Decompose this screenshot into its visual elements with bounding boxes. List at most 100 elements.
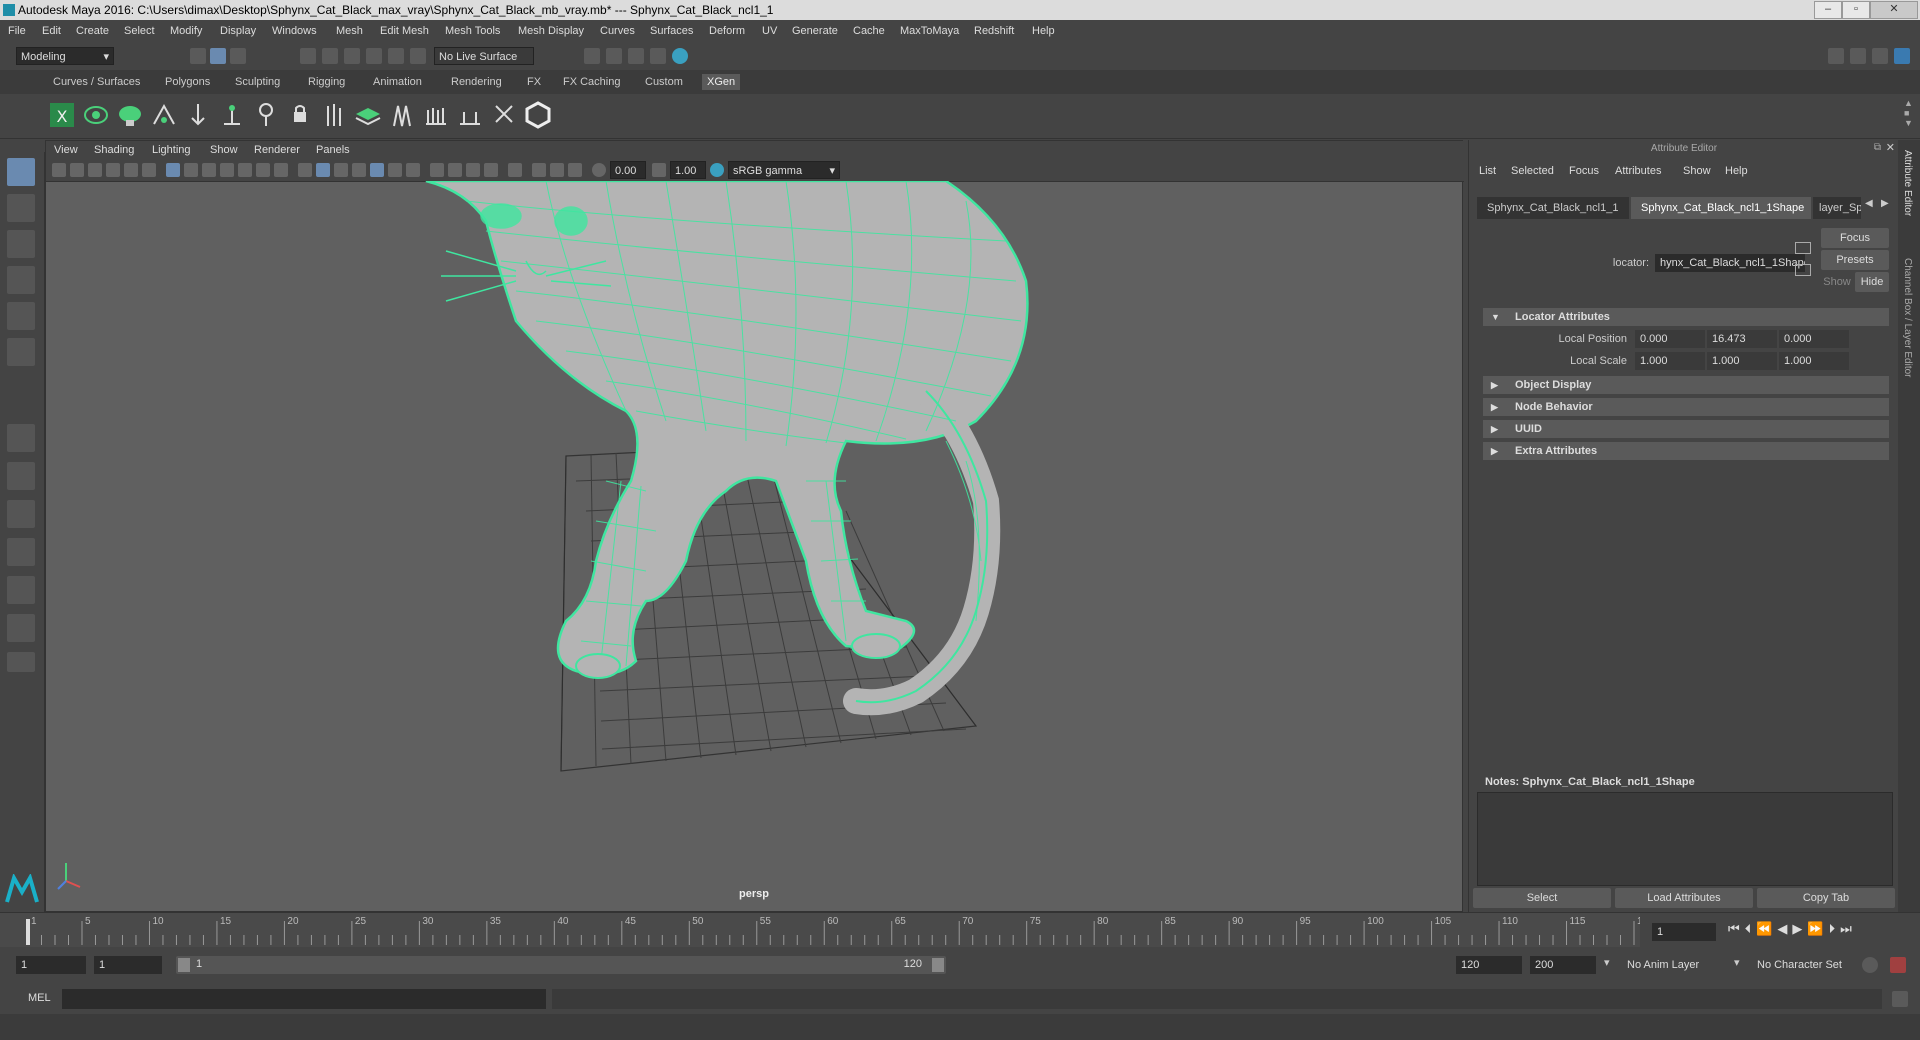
step-back-key-icon[interactable]: ⏪ <box>1756 921 1777 936</box>
color-management-icon[interactable] <box>710 163 724 177</box>
minimize-icon[interactable]: – <box>1814 1 1842 19</box>
ae-menu-help[interactable]: Help <box>1725 160 1748 182</box>
close-panel-icon[interactable]: ✕ <box>1886 141 1895 154</box>
script-language-label[interactable]: MEL <box>28 992 51 1004</box>
isolate-select-icon[interactable] <box>508 163 522 177</box>
field-chart-icon[interactable] <box>238 163 252 177</box>
local-scale-y[interactable]: 1.000 <box>1707 352 1777 370</box>
four-view-layout-icon[interactable] <box>7 462 35 490</box>
section-extra-attributes[interactable]: ▶ Extra Attributes <box>1483 442 1889 460</box>
shadows-icon[interactable] <box>430 163 444 177</box>
tab-fx[interactable]: FX <box>522 74 546 90</box>
menu-mesh-tools[interactable]: Mesh Tools <box>445 20 500 42</box>
menu-mesh-display[interactable]: Mesh Display <box>518 20 584 42</box>
default-material-icon[interactable] <box>334 163 348 177</box>
vp-menu-view[interactable]: View <box>54 141 78 159</box>
copy-tab-button[interactable]: Copy Tab <box>1757 888 1895 908</box>
playback-end-field[interactable]: 120 <box>1456 956 1522 974</box>
local-position-z[interactable]: 0.000 <box>1779 330 1849 348</box>
local-scale-z[interactable]: 1.000 <box>1779 352 1849 370</box>
step-forward-icon[interactable]: ⏵ <box>1829 921 1841 936</box>
anti-aliasing-icon[interactable] <box>484 163 498 177</box>
ae-menu-selected[interactable]: Selected <box>1511 160 1554 182</box>
tab-scroll-left-icon[interactable]: ◀ <box>1865 198 1873 209</box>
close-icon[interactable]: ✕ <box>1870 1 1918 19</box>
range-bar[interactable]: 1 120 <box>176 956 946 974</box>
scale-tool-icon[interactable] <box>7 338 35 366</box>
float-panel-icon[interactable]: ⧉ <box>1874 142 1881 153</box>
xgen-comb-icon[interactable] <box>422 100 450 130</box>
menu-file[interactable]: File <box>8 20 26 42</box>
paint-select-tool-icon[interactable] <box>7 230 35 258</box>
render-settings-icon[interactable] <box>650 48 666 64</box>
range-end-handle[interactable] <box>932 958 944 972</box>
xgen-guide-down-icon[interactable] <box>184 100 212 130</box>
menu-maxtomaya[interactable]: MaxToMaya <box>900 20 959 42</box>
focus-button[interactable]: Focus <box>1821 228 1889 248</box>
menu-mesh[interactable]: Mesh <box>336 20 363 42</box>
shelf-scroll-icon[interactable]: ▲ ■ ▼ <box>1904 98 1913 128</box>
menu-modify[interactable]: Modify <box>170 20 202 42</box>
use-all-lights-icon[interactable] <box>406 163 420 177</box>
motion-blur-icon[interactable] <box>466 163 480 177</box>
rotate-tool-icon[interactable] <box>7 302 35 330</box>
local-scale-x[interactable]: 1.000 <box>1635 352 1705 370</box>
tool-settings-icon[interactable] <box>1872 48 1888 64</box>
ae-menu-list[interactable]: List <box>1479 160 1496 182</box>
tab-fx-caching[interactable]: FX Caching <box>558 74 625 90</box>
time-slider[interactable]: 1 5 10 15 20 25 30 35 40 45 50 55 60 65 70 75 80 85 90 95 10… <box>0 912 1920 947</box>
ae-menu-focus[interactable]: Focus <box>1569 160 1599 182</box>
vp-menu-lighting[interactable]: Lighting <box>152 141 191 159</box>
graph-layout-icon[interactable] <box>7 576 35 604</box>
xray-joints-icon[interactable] <box>532 163 546 177</box>
menu-edit[interactable]: Edit <box>42 20 61 42</box>
go-to-output-icon[interactable] <box>1795 264 1811 276</box>
animation-end-field[interactable]: 200 <box>1530 956 1596 974</box>
hide-button[interactable]: Hide <box>1855 272 1889 292</box>
tab-custom[interactable]: Custom <box>640 74 688 90</box>
menu-windows[interactable]: Windows <box>272 20 317 42</box>
script-editor-icon[interactable] <box>1892 991 1908 1007</box>
step-back-icon[interactable]: ⏴ <box>1745 921 1757 936</box>
tab-polygons[interactable]: Polygons <box>160 74 215 90</box>
live-surface-field[interactable]: No Live Surface <box>434 47 534 65</box>
xgen-layers-icon[interactable] <box>354 100 382 130</box>
two-pane-layout-icon[interactable] <box>7 500 35 528</box>
menu-curves[interactable]: Curves <box>600 20 635 42</box>
menu-uv[interactable]: UV <box>762 20 777 42</box>
xgen-add-guide-icon[interactable] <box>218 100 246 130</box>
xgen-place-guide-icon[interactable] <box>150 100 178 130</box>
image-plane-icon[interactable] <box>106 163 120 177</box>
load-attributes-button[interactable]: Load Attributes <box>1615 888 1753 908</box>
xgen-editor-icon[interactable]: X <box>48 100 76 130</box>
xgen-groom-icon[interactable] <box>388 100 416 130</box>
ambient-occlusion-icon[interactable] <box>448 163 462 177</box>
menu-create[interactable]: Create <box>76 20 109 42</box>
ae-menu-show[interactable]: Show <box>1683 160 1711 182</box>
tab-curves-surfaces[interactable]: Curves / Surfaces <box>48 74 145 90</box>
vp-menu-renderer[interactable]: Renderer <box>254 141 300 159</box>
select-button[interactable]: Select <box>1473 888 1611 908</box>
wireframe-on-shaded-icon[interactable] <box>352 163 366 177</box>
attribute-editor-toggle-icon[interactable] <box>1850 48 1866 64</box>
presets-button[interactable]: Presets <box>1821 250 1889 270</box>
xgen-preview-icon[interactable] <box>82 100 110 130</box>
film-gate-icon[interactable] <box>184 163 198 177</box>
snap-curve-icon[interactable] <box>322 48 338 64</box>
grid-icon[interactable] <box>166 163 180 177</box>
animation-start-field[interactable]: 1 <box>16 956 86 974</box>
xgen-cut-icon[interactable] <box>456 100 484 130</box>
menu-deform[interactable]: Deform <box>709 20 745 42</box>
channel-box-icon[interactable] <box>1894 48 1910 64</box>
xgen-hex-icon[interactable] <box>524 100 552 130</box>
tab-animation[interactable]: Animation <box>368 74 427 90</box>
menu-edit-mesh[interactable]: Edit Mesh <box>380 20 429 42</box>
playback-start-field[interactable]: 1 <box>94 956 162 974</box>
gamma-field[interactable]: 1.00 <box>670 161 706 179</box>
menu-surfaces[interactable]: Surfaces <box>650 20 693 42</box>
vp-menu-panels[interactable]: Panels <box>316 141 350 159</box>
menu-generate[interactable]: Generate <box>792 20 838 42</box>
go-to-end-icon[interactable]: ⏭ <box>1840 921 1857 936</box>
menu-cache[interactable]: Cache <box>853 20 885 42</box>
step-forward-key-icon[interactable]: ⏩ <box>1807 921 1828 936</box>
